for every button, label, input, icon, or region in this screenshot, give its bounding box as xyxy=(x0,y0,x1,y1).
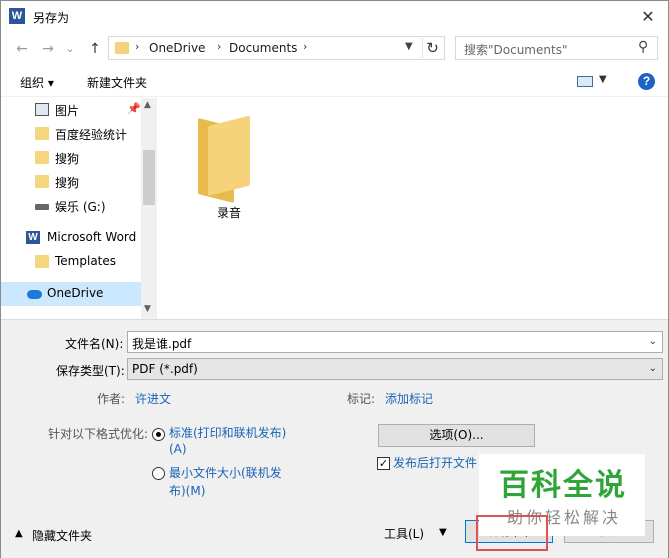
view-options-icon[interactable] xyxy=(577,76,593,87)
search-box[interactable]: 搜索"Documents" ⚲ xyxy=(455,36,658,60)
sidebar-item-label: Templates xyxy=(55,254,117,268)
sidebar-item-label: OneDrive xyxy=(47,286,104,300)
filename-field[interactable]: 我是谁.pdf ⌄ xyxy=(127,331,663,353)
back-arrow-icon[interactable]: ← xyxy=(13,39,31,59)
close-button[interactable]: ✕ xyxy=(633,4,663,30)
filetype-select[interactable]: PDF (*.pdf) ⌄ xyxy=(127,358,663,380)
word-icon: W xyxy=(26,231,40,244)
sidebar-item-label: Microsoft Word xyxy=(47,230,137,244)
folder-name[interactable]: 录音 xyxy=(217,204,241,221)
pin-icon: 📌 xyxy=(127,102,141,115)
tags-field[interactable]: 添加标记 xyxy=(385,390,433,407)
options-button[interactable]: 选项(O)... xyxy=(378,424,535,447)
save-options-panel: 文件名(N): 我是谁.pdf ⌄ 保存类型(T): PDF (*.pdf) ⌄… xyxy=(1,319,668,558)
sidebar-item-sogou-2[interactable]: 搜狗 xyxy=(1,170,141,194)
standard-option-label[interactable]: 标准(打印和联机发布) xyxy=(169,424,286,441)
sidebar-item-onedrive[interactable]: OneDrive xyxy=(1,282,141,306)
tools-menu[interactable]: 工具(L) xyxy=(384,525,424,542)
folder-icon xyxy=(35,151,49,164)
radio-minimum-size[interactable] xyxy=(152,467,165,480)
minimum-option-label[interactable]: 最小文件大小(联机发 xyxy=(169,464,282,481)
radio-standard[interactable] xyxy=(152,428,165,441)
folder-icon xyxy=(35,255,49,268)
folder-icon xyxy=(35,127,49,140)
chevron-right-icon: › xyxy=(303,40,308,53)
sidebar-item-label: 娱乐 (G:) xyxy=(55,200,106,214)
sidebar-item-label: 百度经验统计 xyxy=(55,128,128,142)
navigation-bar: ← → ⌄ ↑ › OneDrive › Documents › ▼ ↻ 搜索"… xyxy=(1,33,668,65)
filetype-value: PDF (*.pdf) xyxy=(132,362,198,376)
open-after-publish-label[interactable]: 发布后打开文件 xyxy=(393,454,477,471)
cloud-icon xyxy=(27,290,42,299)
minimum-option-label-2[interactable]: 布)(M) xyxy=(169,482,205,499)
chevron-up-icon[interactable]: ▲ xyxy=(15,528,23,539)
filename-value[interactable]: 我是谁.pdf xyxy=(132,335,191,352)
search-input[interactable]: 搜索"Documents" xyxy=(464,41,567,58)
chevron-down-icon[interactable]: ▼ xyxy=(439,527,447,538)
hide-folders-button[interactable]: 隐藏文件夹 xyxy=(32,527,92,544)
file-list: 录音 xyxy=(158,98,668,319)
author-field[interactable]: 许进文 xyxy=(135,390,171,407)
breadcrumb-onedrive[interactable]: OneDrive xyxy=(149,41,205,55)
sidebar-item-baidu[interactable]: 百度经验统计 xyxy=(1,122,141,146)
sidebar-item-pictures[interactable]: 图片 📌 xyxy=(1,98,141,122)
organize-menu[interactable]: 组织 ▾ xyxy=(20,74,54,91)
chevron-down-icon[interactable]: ⌄ xyxy=(649,363,657,374)
chevron-right-icon: › xyxy=(135,40,140,53)
command-toolbar: 组织 ▾ 新建文件夹 ▼ ? xyxy=(1,65,668,97)
sidebar-scrollbar[interactable]: ▲ ▼ xyxy=(141,98,157,319)
forward-arrow-icon[interactable]: → xyxy=(39,39,57,59)
navigation-pane: 图片 📌 百度经验统计 搜狗 搜狗 娱乐 (G:) W Microsoft Wo… xyxy=(1,98,157,319)
sidebar-item-microsoft-word[interactable]: W Microsoft Word xyxy=(1,226,141,250)
drive-icon xyxy=(35,204,49,210)
dialog-title: 另存为 xyxy=(33,11,70,25)
chevron-down-icon[interactable]: ⌄ xyxy=(649,336,657,347)
refresh-icon[interactable]: ↻ xyxy=(422,38,442,58)
chevron-down-icon[interactable]: ▼ xyxy=(599,74,607,85)
sidebar-item-label: 搜狗 xyxy=(55,176,80,190)
scroll-up-icon[interactable]: ▲ xyxy=(144,100,151,110)
standard-option-label-2[interactable]: (A) xyxy=(169,442,187,456)
sidebar-item-drive-g[interactable]: 娱乐 (G:) xyxy=(1,194,141,218)
sidebar-item-templates[interactable]: Templates xyxy=(1,250,141,274)
new-folder-button[interactable]: 新建文件夹 xyxy=(87,74,147,91)
pictures-icon xyxy=(35,103,49,116)
save-highlight-box xyxy=(476,515,548,551)
optimize-label: 针对以下格式优化: xyxy=(48,427,149,441)
up-arrow-icon[interactable]: ↑ xyxy=(86,39,104,59)
filetype-label: 保存类型(T): xyxy=(56,364,125,378)
folder-icon[interactable] xyxy=(198,115,252,203)
scroll-down-icon[interactable]: ▼ xyxy=(144,304,151,314)
chevron-down-icon[interactable]: ▼ xyxy=(405,41,413,52)
search-icon[interactable]: ⚲ xyxy=(638,39,648,55)
open-after-publish-checkbox[interactable]: ✓ xyxy=(377,457,390,470)
folder-icon xyxy=(115,42,129,54)
chevron-right-icon: › xyxy=(217,40,222,53)
watermark-title: 百科全说 xyxy=(499,468,627,503)
title-bar: W 另存为 ✕ xyxy=(1,1,668,33)
word-app-icon: W xyxy=(9,8,25,24)
breadcrumb-documents[interactable]: Documents xyxy=(229,41,297,55)
author-label: 作者: xyxy=(97,392,126,406)
sidebar-item-label: 图片 xyxy=(55,104,80,118)
scrollbar-thumb[interactable] xyxy=(143,150,155,205)
sidebar-item-sogou[interactable]: 搜狗 xyxy=(1,146,141,170)
folder-icon xyxy=(35,175,49,188)
filename-label: 文件名(N): xyxy=(65,337,124,351)
sidebar-item-label: 搜狗 xyxy=(55,152,80,166)
save-as-dialog: W 另存为 ✕ ← → ⌄ ↑ › OneDrive › Documents ›… xyxy=(0,0,669,558)
tags-label: 标记: xyxy=(347,392,376,406)
address-bar[interactable]: › OneDrive › Documents › ▼ ↻ xyxy=(108,36,445,60)
help-icon[interactable]: ? xyxy=(638,73,655,90)
recent-locations-chevron-icon[interactable]: ⌄ xyxy=(61,39,79,59)
